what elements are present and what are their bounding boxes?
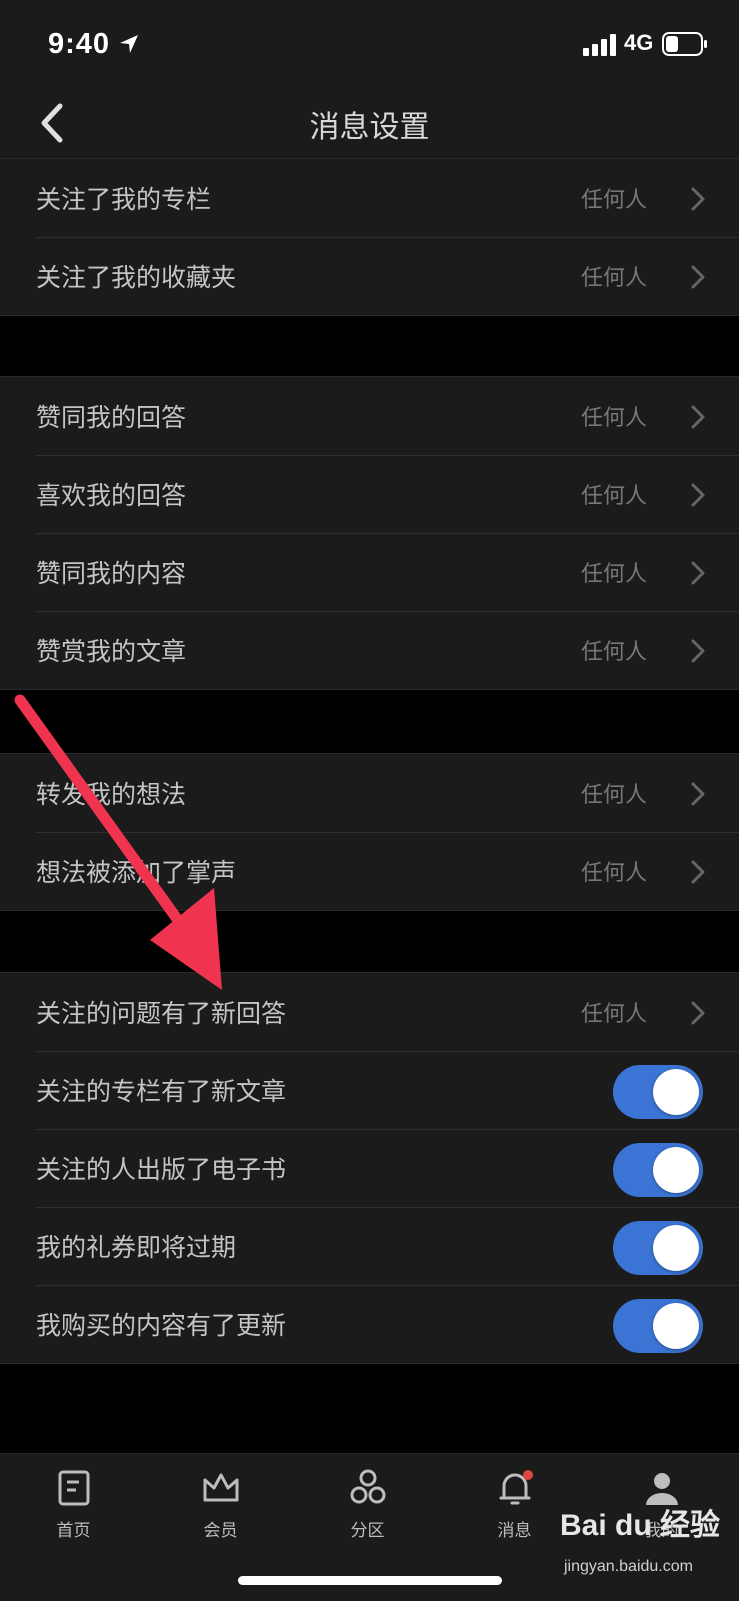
status-time: 9:40 [48,28,111,60]
setting-label: 我的礼券即将过期 [36,1233,237,1262]
chevron-right-icon [691,639,705,663]
bell-icon [499,1470,533,1505]
watermark-url: jingyan.baidu.com [564,1558,693,1575]
chevron-right-icon [691,561,705,585]
setting-row-repost-idea[interactable]: 转发我的想法 任何人 [0,754,739,832]
setting-value: 任何人 [580,1002,647,1027]
setting-row-idea-applause[interactable]: 想法被添加了掌声 任何人 [0,832,739,910]
setting-label: 关注的问题有了新回答 [36,999,287,1028]
setting-value: 任何人 [580,861,647,886]
chevron-right-icon [691,187,705,211]
setting-label: 关注了我的专栏 [36,185,212,214]
setting-label: 喜欢我的回答 [36,481,187,510]
chevron-right-icon [691,860,705,884]
tab-label: 会员 [203,1521,238,1541]
setting-row-upvote-answer[interactable]: 赞同我的回答 任何人 [0,377,739,455]
tab-sections[interactable]: 分区 [294,1454,441,1554]
setting-row-like-answer[interactable]: 喜欢我的回答 任何人 [0,455,739,533]
setting-row-coupon-expiring: 我的礼券即将过期 [0,1207,739,1285]
setting-row-purchased-updated: 我购买的内容有了更新 [0,1285,739,1363]
tab-label: 分区 [350,1521,385,1541]
setting-label: 我购买的内容有了更新 [36,1311,287,1340]
setting-row-reward-article[interactable]: 赞赏我的文章 任何人 [0,611,739,689]
settings-group-ideas: 转发我的想法 任何人 想法被添加了掌声 任何人 [0,753,739,911]
setting-label: 关注了我的收藏夹 [36,263,237,292]
battery-icon [662,32,707,56]
chevron-right-icon [691,782,705,806]
toggle-knob [653,1147,699,1193]
setting-label: 关注的专栏有了新文章 [36,1077,287,1106]
setting-label: 想法被添加了掌声 [36,858,237,887]
toggle-switch[interactable] [613,1143,703,1197]
setting-row-follow-favorites[interactable]: 关注了我的收藏夹 任何人 [0,237,739,315]
chevron-right-icon [691,483,705,507]
setting-label: 赞同我的内容 [36,559,187,588]
hexagons-icon [350,1469,385,1504]
setting-value: 任何人 [580,406,647,431]
toggle-switch[interactable] [613,1065,703,1119]
chevron-right-icon [691,265,705,289]
network-type: 4G [624,30,654,55]
setting-value: 任何人 [580,783,647,808]
setting-row-upvote-content[interactable]: 赞同我的内容 任何人 [0,533,739,611]
toggle-knob [653,1225,699,1271]
toggle-switch[interactable] [613,1299,703,1353]
setting-value: 任何人 [580,562,647,587]
tab-home[interactable]: 首页 [0,1454,147,1554]
setting-row-question-new-answer[interactable]: 关注的问题有了新回答 任何人 [0,973,739,1051]
chevron-right-icon [691,1001,705,1025]
settings-group-follow: 关注了我的专栏 任何人 关注了我的收藏夹 任何人 [0,158,739,316]
page-title: 消息设置 [309,110,430,145]
location-arrow-icon [120,35,138,53]
toggle-knob [653,1303,699,1349]
status-bar: 9:40 4G [0,0,739,90]
setting-value: 任何人 [580,188,647,213]
baidu-watermark: Bai du 经验 jingyan.baidu.com [560,1500,730,1590]
nav-bar: 消息设置 [0,90,739,158]
setting-label: 关注的人出版了电子书 [36,1155,287,1184]
toggle-switch[interactable] [613,1221,703,1275]
setting-row-ebook-published: 关注的人出版了电子书 [0,1129,739,1207]
settings-group-updates: 关注的问题有了新回答 任何人 关注的专栏有了新文章 关注的人出版了电子书 我的礼… [0,972,739,1364]
setting-value: 任何人 [580,484,647,509]
settings-group-likes: 赞同我的回答 任何人 喜欢我的回答 任何人 赞同我的内容 任何人 赞赏我的文章 … [0,376,739,690]
setting-value: 任何人 [580,266,647,291]
tab-label: 首页 [56,1521,91,1541]
setting-label: 赞同我的回答 [36,403,187,432]
setting-value: 任何人 [580,640,647,665]
home-doc-icon [58,1470,89,1506]
crown-icon [203,1473,238,1502]
watermark-text: Bai du 经验 [560,1509,721,1542]
setting-label: 赞赏我的文章 [36,637,187,666]
setting-row-column-new-article: 关注的专栏有了新文章 [0,1051,739,1129]
chevron-right-icon [691,405,705,429]
home-indicator[interactable] [238,1576,502,1585]
cellular-signal-icon [583,34,616,56]
tab-vip[interactable]: 会员 [147,1454,294,1554]
toggle-knob [653,1069,699,1115]
setting-row-follow-column[interactable]: 关注了我的专栏 任何人 [0,159,739,237]
setting-label: 转发我的想法 [36,780,187,809]
